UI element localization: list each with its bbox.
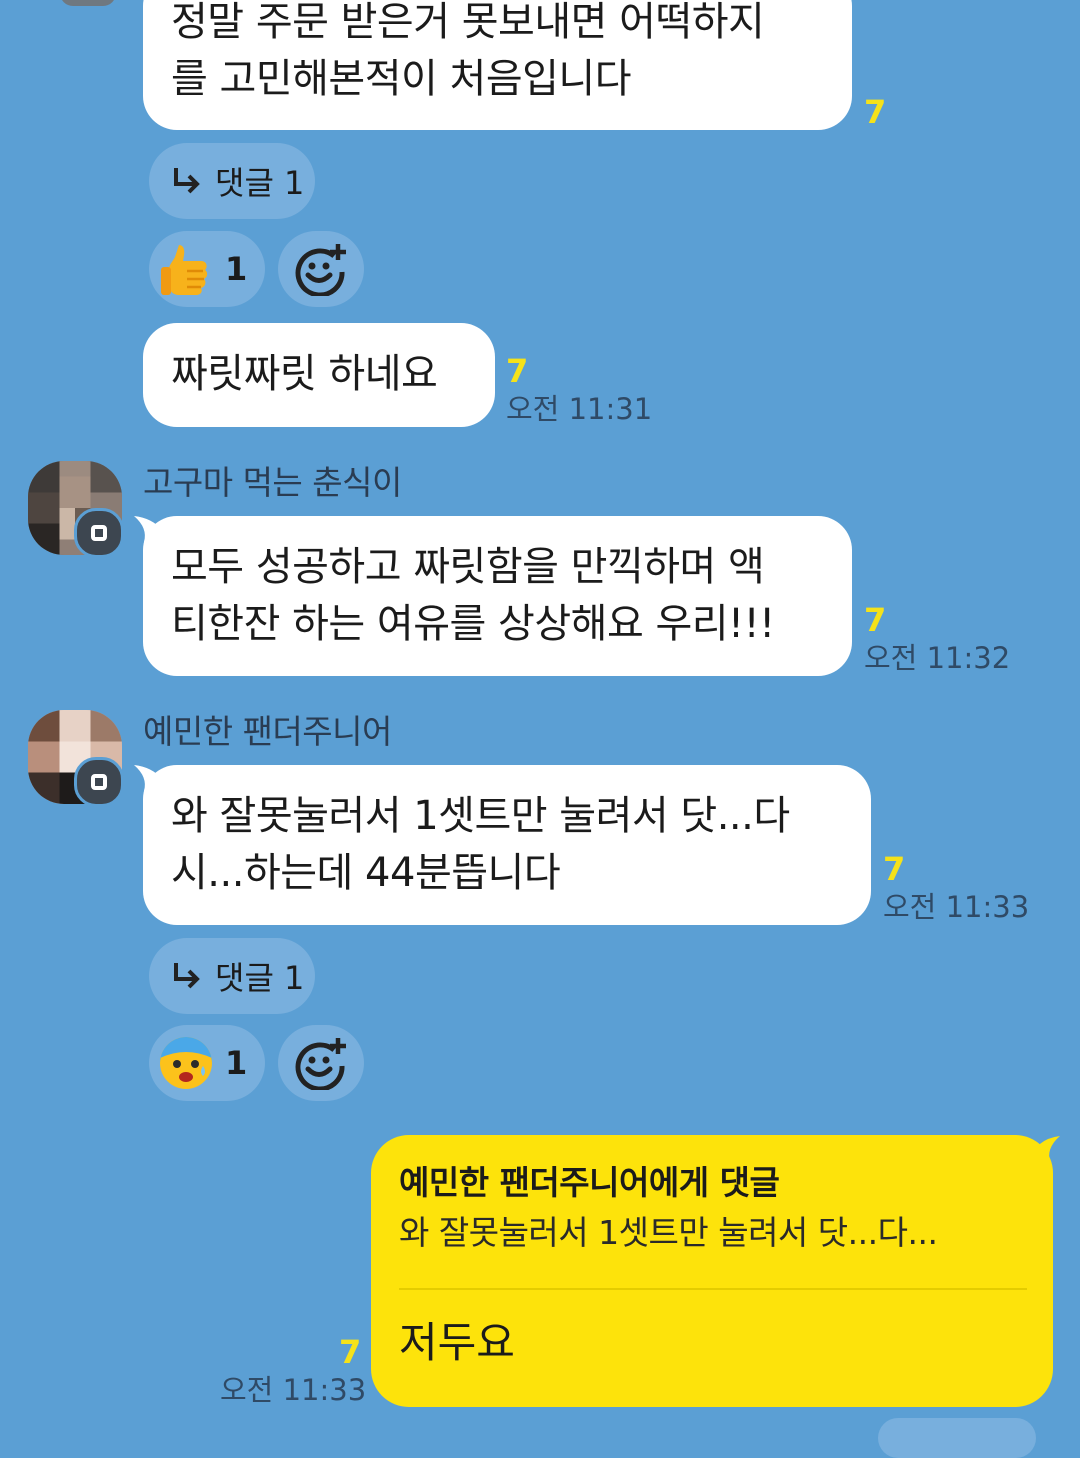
message-time: 오전 11:33: [220, 1373, 367, 1407]
unread-count: 7: [883, 850, 906, 888]
add-emoji-icon: [295, 1038, 346, 1090]
thumbs-up-icon: [161, 245, 208, 295]
quoted-message[interactable]: 와 잘못눌러서 1셋트만 눌려서 닷...다...: [399, 1213, 938, 1253]
reply-count-label: 댓글 1: [215, 164, 305, 202]
reply-count-label: 댓글 1: [215, 959, 305, 997]
message-text-line: 모두 성공하고 짜릿함을 만끽하며 액: [171, 544, 765, 590]
bubble-tail: [1036, 1136, 1060, 1162]
avatar-partial: [60, 0, 116, 6]
bubble-tail: [134, 516, 162, 542]
message-time: 오전 11:33: [883, 890, 1030, 924]
message-time: 오전 11:32: [864, 641, 1011, 675]
message-text: 저두요: [399, 1318, 515, 1367]
add-reaction-button[interactable]: [278, 1025, 364, 1101]
message-time: 오전 11:31: [506, 392, 653, 426]
message-bubble[interactable]: 짜릿짜릿 하네요: [143, 323, 495, 427]
my-message-bubble[interactable]: 예민한 팬더주니어에게 댓글 와 잘못눌러서 1셋트만 눌려서 닷...다...…: [371, 1135, 1053, 1407]
anxious-face-icon: [160, 1037, 212, 1089]
message-bubble[interactable]: 모두 성공하고 짜릿함을 만끽하며 액 티한잔 하는 여유를 상상해요 우리!!…: [143, 516, 852, 676]
message-bubble[interactable]: 정말 주문 받은거 못보내면 어떡하지 를 고민해본적이 처음입니다: [143, 0, 852, 130]
reaction-count: 1: [225, 250, 248, 288]
message-text: 짜릿짜릿 하네요: [171, 351, 438, 397]
reply-arrow-icon: [174, 963, 200, 989]
profile-badge-icon: [74, 508, 124, 558]
message-bubble[interactable]: 와 잘못눌러서 1셋트만 눌려서 닷...다 시...하는데 44분뜹니다: [143, 765, 871, 925]
message-text-line: 티한잔 하는 여유를 상상해요 우리!!!: [171, 601, 775, 647]
unread-count: 7: [339, 1333, 362, 1371]
unread-count: 7: [864, 93, 887, 131]
bubble-tail: [134, 765, 162, 791]
unread-count: 7: [864, 601, 887, 639]
message-text-line: 시...하는데 44분뜹니다: [171, 850, 561, 896]
message-text-line: 를 고민해본적이 처음입니다: [171, 56, 632, 102]
profile-badge-icon: [74, 757, 124, 807]
sender-name: 예민한 팬더주니어: [143, 712, 392, 751]
reaction-count: 1: [225, 1044, 248, 1082]
reply-arrow-icon: [174, 168, 200, 194]
reaction-chip[interactable]: 1: [149, 231, 265, 307]
reply-header: 예민한 팬더주니어에게 댓글: [399, 1163, 780, 1202]
next-reply-pill[interactable]: [878, 1418, 1036, 1458]
reply-count-button[interactable]: 댓글 1: [149, 938, 315, 1014]
reaction-chip[interactable]: 1: [149, 1025, 265, 1101]
message-text-line: 와 잘못눌러서 1셋트만 눌려서 닷...다: [171, 793, 790, 839]
add-emoji-icon: [295, 244, 346, 296]
unread-count: 7: [506, 352, 529, 390]
sender-name: 고구마 먹는 춘식이: [143, 463, 402, 502]
reply-divider: [399, 1288, 1027, 1290]
message-text-line: 정말 주문 받은거 못보내면 어떡하지: [171, 0, 765, 45]
add-reaction-button[interactable]: [278, 231, 364, 307]
reply-count-button[interactable]: 댓글 1: [149, 143, 315, 219]
